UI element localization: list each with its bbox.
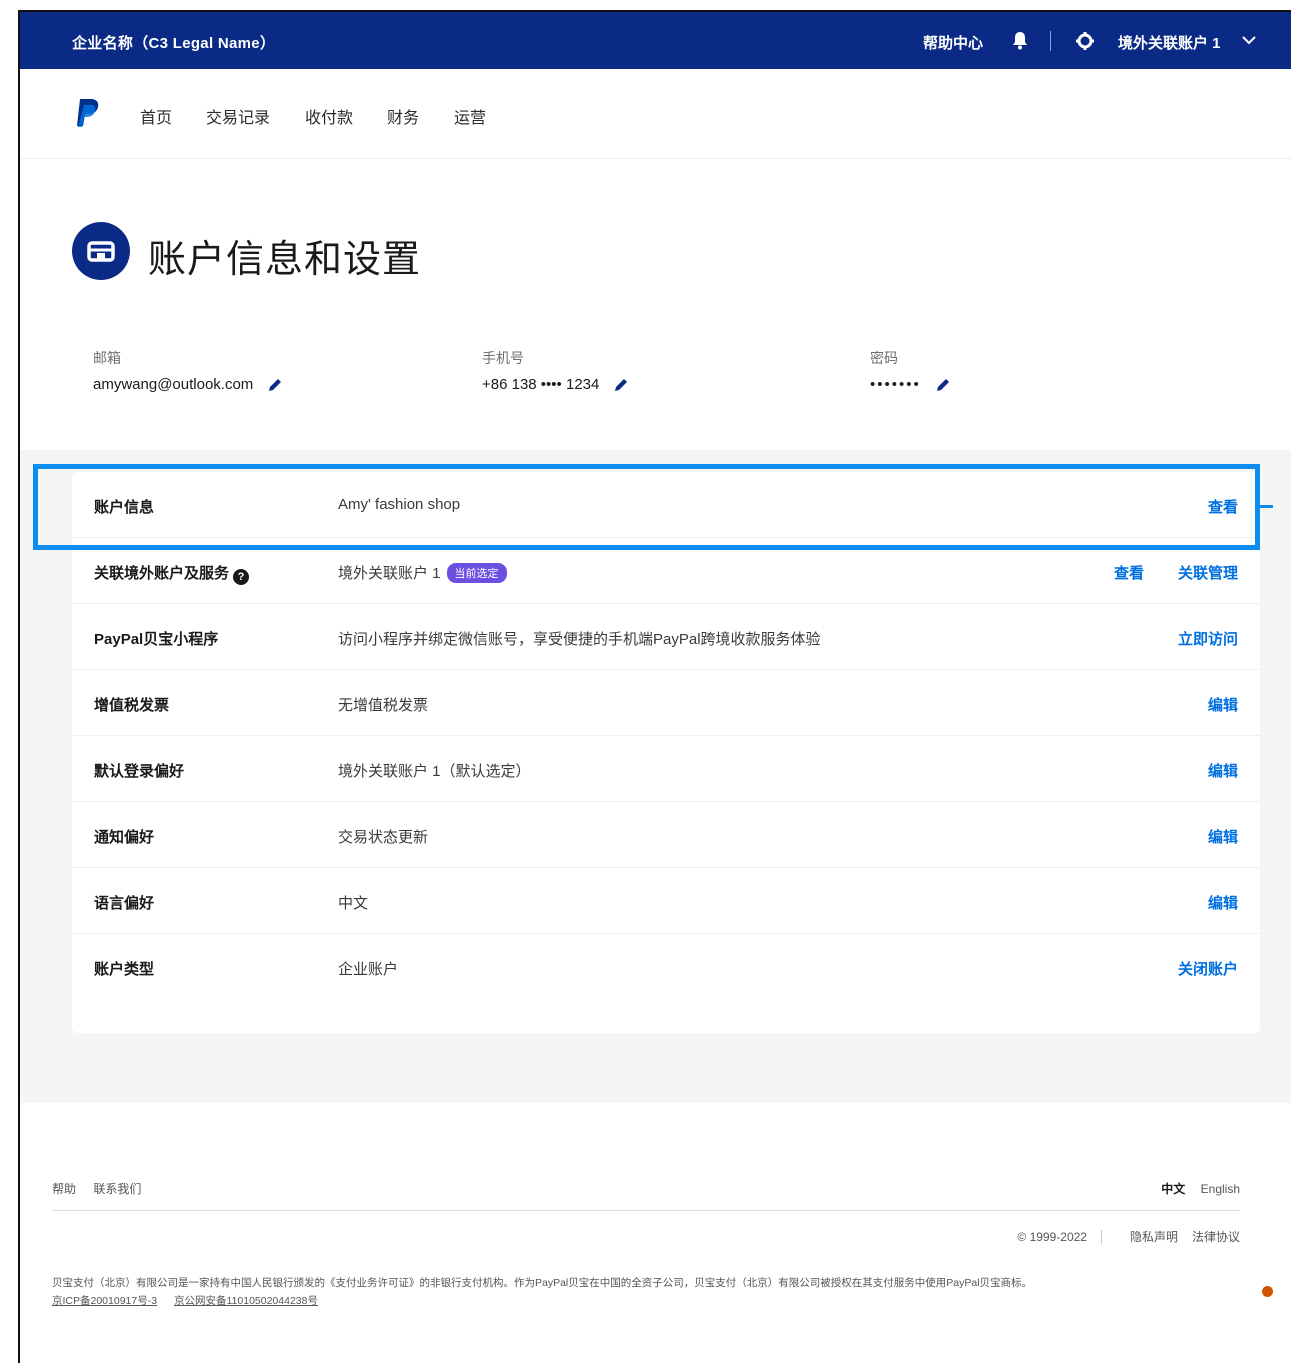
nav-payments[interactable]: 收付款 [305, 104, 353, 128]
edit-button[interactable]: 编辑 [1208, 694, 1238, 715]
app-frame: 企业名称（C3 Legal Name） 帮助中心 境外关联账户 1 首页 交易记… [18, 10, 1291, 1363]
chevron-down-icon[interactable] [1241, 34, 1257, 46]
password-value: ••••••• [870, 376, 921, 393]
phone-field: 手机号 +86 138 •••• 1234 [482, 348, 629, 393]
edit-button[interactable]: 编辑 [1208, 892, 1238, 913]
settings-row-notification: 通知偏好 交易状态更新 编辑 [72, 802, 1260, 868]
row-label: 关联境外账户及服务? [94, 562, 250, 585]
pencil-icon[interactable] [935, 377, 951, 393]
row-label: 账户信息 [94, 499, 155, 516]
privacy-link[interactable]: 隐私声明 [1130, 1228, 1178, 1245]
feedback-icon[interactable] [1262, 1286, 1273, 1297]
disclaimer-text: 贝宝支付（北京）有限公司是一家持有中国人民银行颁发的《支付业务许可证》的非银行支… [52, 1277, 1033, 1289]
main-nav: 首页 交易记录 收付款 财务 运营 [20, 69, 1291, 159]
settings-row-language: 语言偏好 中文 编辑 [72, 868, 1260, 934]
edit-button[interactable]: 编辑 [1208, 826, 1238, 847]
pencil-icon[interactable] [267, 377, 283, 393]
top-bar: 企业名称（C3 Legal Name） 帮助中心 境外关联账户 1 [20, 12, 1291, 69]
account-switcher[interactable]: 境外关联账户 1 [1118, 32, 1221, 53]
nav-operations[interactable]: 运营 [454, 104, 486, 128]
phone-label: 手机号 [482, 350, 524, 366]
row-value: 访问小程序并绑定微信账号，享受便捷的手机端PayPal跨境收款服务体验 [338, 631, 821, 648]
settings-row-linked-accounts: 关联境外账户及服务? 境外关联账户 1 当前选定 查看 关联管理 [72, 538, 1260, 604]
row-value: 交易状态更新 [338, 829, 429, 846]
paypal-logo[interactable] [74, 97, 102, 129]
gear-icon[interactable] [1075, 31, 1095, 51]
edit-button[interactable]: 编辑 [1208, 760, 1238, 781]
footer-legal: © 1999-2022 隐私声明 法律协议 [1017, 1228, 1240, 1245]
settings-row-account-info: 账户信息 Amy' fashion shop 查看 [72, 472, 1260, 538]
page-header: 账户信息和设置 邮箱 amywang@outlook.com 手机号 +86 1… [20, 160, 1291, 450]
topbar-divider [1050, 31, 1051, 51]
footer-divider [52, 1210, 1240, 1211]
bell-icon[interactable] [1011, 31, 1029, 51]
phone-value: +86 138 •••• 1234 [482, 376, 600, 393]
lang-english[interactable]: English [1201, 1182, 1240, 1196]
row-value: 境外关联账户 1（默认选定） [338, 763, 531, 780]
highlight-callout-line [1260, 505, 1273, 508]
email-field: 邮箱 amywang@outlook.com [93, 348, 283, 393]
nav-home[interactable]: 首页 [140, 104, 172, 128]
footer-links: 帮助 联系我们 [52, 1180, 155, 1197]
row-label: PayPal贝宝小程序 [94, 631, 219, 648]
footer-disclaimer: 贝宝支付（北京）有限公司是一家持有中国人民银行颁发的《支付业务许可证》的非银行支… [52, 1274, 1240, 1310]
settings-row-mini-program: PayPal贝宝小程序 访问小程序并绑定微信账号，享受便捷的手机端PayPal跨… [72, 604, 1260, 670]
settings-row-vat-invoice: 增值税发票 无增值税发票 编辑 [72, 670, 1260, 736]
row-label: 语言偏好 [94, 895, 155, 912]
settings-row-account-type: 账户类型 企业账户 关闭账户 [72, 934, 1260, 1000]
row-value: 中文 [338, 895, 369, 912]
close-account-button[interactable]: 关闭账户 [1178, 958, 1238, 979]
copyright: © 1999-2022 [1017, 1229, 1087, 1244]
row-value: 无增值税发票 [338, 697, 429, 714]
settings-row-login-preference: 默认登录偏好 境外关联账户 1（默认选定） 编辑 [72, 736, 1260, 802]
row-value: 企业账户 [338, 961, 399, 978]
help-center-link[interactable]: 帮助中心 [923, 32, 983, 53]
footer-separator [1100, 1229, 1102, 1244]
nav-transactions[interactable]: 交易记录 [206, 104, 270, 128]
row-label: 通知偏好 [94, 829, 155, 846]
view-button[interactable]: 查看 [1114, 562, 1144, 583]
password-label: 密码 [870, 350, 898, 366]
email-value: amywang@outlook.com [93, 376, 254, 393]
row-label: 默认登录偏好 [94, 763, 185, 780]
row-value: 境外关联账户 1 当前选定 [338, 562, 507, 583]
settings-card: 账户信息 Amy' fashion shop 查看 关联境外账户及服务? 境外关… [72, 472, 1260, 1033]
email-label: 邮箱 [93, 350, 121, 366]
page-title: 账户信息和设置 [148, 239, 422, 281]
row-label: 增值税发票 [94, 697, 170, 714]
manage-links-button[interactable]: 关联管理 [1178, 562, 1238, 583]
legal-agreement-link[interactable]: 法律协议 [1192, 1228, 1240, 1245]
nav-finance[interactable]: 财务 [387, 104, 419, 128]
footer-link-contact[interactable]: 联系我们 [93, 1182, 141, 1196]
lang-chinese[interactable]: 中文 [1161, 1182, 1185, 1196]
pencil-icon[interactable] [613, 377, 629, 393]
password-field: 密码 ••••••• [870, 348, 951, 393]
language-switcher: 中文 English [1161, 1180, 1240, 1197]
row-label: 账户类型 [94, 961, 155, 978]
status-badge: 当前选定 [446, 563, 507, 583]
police-registration-link[interactable]: 京公网安备11010502044238号 [174, 1295, 318, 1307]
row-value: Amy' fashion shop [338, 496, 461, 513]
store-icon [72, 222, 130, 280]
company-name: 企业名称（C3 Legal Name） [72, 35, 276, 52]
icp-link[interactable]: 京ICP备20010917号-3 [52, 1295, 157, 1307]
footer-link-help[interactable]: 帮助 [52, 1182, 76, 1196]
visit-now-button[interactable]: 立即访问 [1178, 628, 1238, 649]
view-button[interactable]: 查看 [1208, 496, 1238, 517]
info-icon[interactable]: ? [233, 569, 250, 585]
main-content: 账户信息和设置 邮箱 amywang@outlook.com 手机号 +86 1… [20, 160, 1291, 1103]
